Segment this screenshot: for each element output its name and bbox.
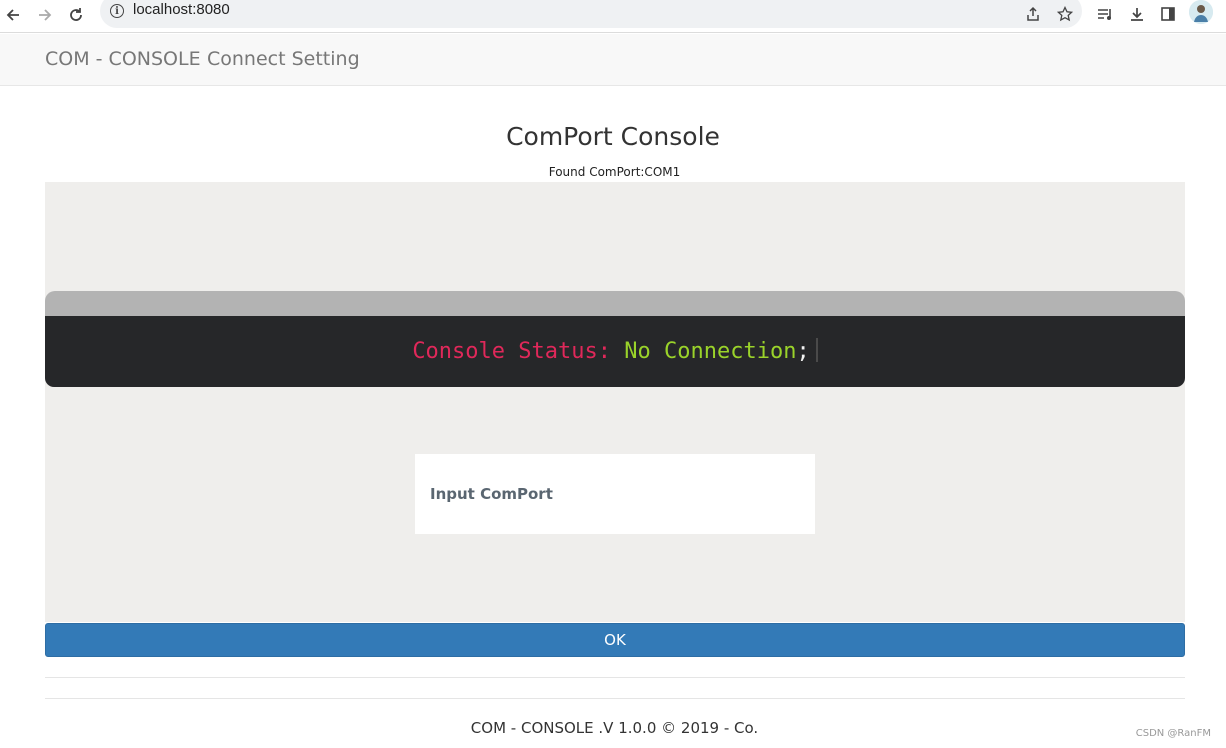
- console-terminal: Console Status: No Connection;: [45, 316, 1185, 387]
- url-text: localhost:8080: [133, 1, 230, 18]
- console-status-line: Console Status: No Connection;: [45, 338, 1185, 364]
- divider: [45, 698, 1185, 699]
- page-title: ComPort Console: [506, 122, 720, 151]
- address-bar[interactable]: i localhost:8080: [100, 0, 1082, 28]
- browser-toolbar: i localhost:8080: [0, 0, 1226, 33]
- console-panel: [45, 182, 1185, 622]
- reload-icon[interactable]: [65, 4, 87, 26]
- site-info-icon[interactable]: i: [110, 4, 124, 18]
- forward-icon[interactable]: [34, 4, 56, 26]
- reading-list-icon[interactable]: [1094, 3, 1116, 25]
- navbar-brand[interactable]: COM - CONSOLE: [45, 48, 201, 70]
- divider: [45, 677, 1185, 678]
- profile-avatar[interactable]: [1189, 0, 1213, 24]
- download-icon[interactable]: [1126, 3, 1148, 25]
- comport-input-label: Input ComPort: [430, 485, 553, 503]
- console-status-key: Console Status:: [412, 339, 611, 364]
- back-icon[interactable]: [2, 4, 24, 26]
- text-cursor: [815, 338, 818, 362]
- watermark: CSDN @RanFM: [1135, 728, 1211, 739]
- console-terminator: ;: [796, 339, 810, 364]
- footer-text: COM - CONSOLE .V 1.0.0 © 2019 - Co.: [470, 719, 759, 737]
- comport-input-card[interactable]: Input ComPort: [415, 454, 815, 534]
- side-panel-icon[interactable]: [1157, 3, 1179, 25]
- console-status-value: No Connection: [624, 339, 797, 364]
- nav-link-connect-setting[interactable]: Connect Setting: [207, 48, 360, 70]
- terminal-title-bar: [45, 291, 1185, 317]
- ok-button[interactable]: OK: [45, 623, 1185, 657]
- bookmark-star-icon[interactable]: [1054, 3, 1076, 25]
- share-icon[interactable]: [1022, 3, 1044, 25]
- app-navbar: COM - CONSOLE Connect Setting: [0, 34, 1226, 86]
- found-port-text: Found ComPort:COM1: [548, 165, 681, 179]
